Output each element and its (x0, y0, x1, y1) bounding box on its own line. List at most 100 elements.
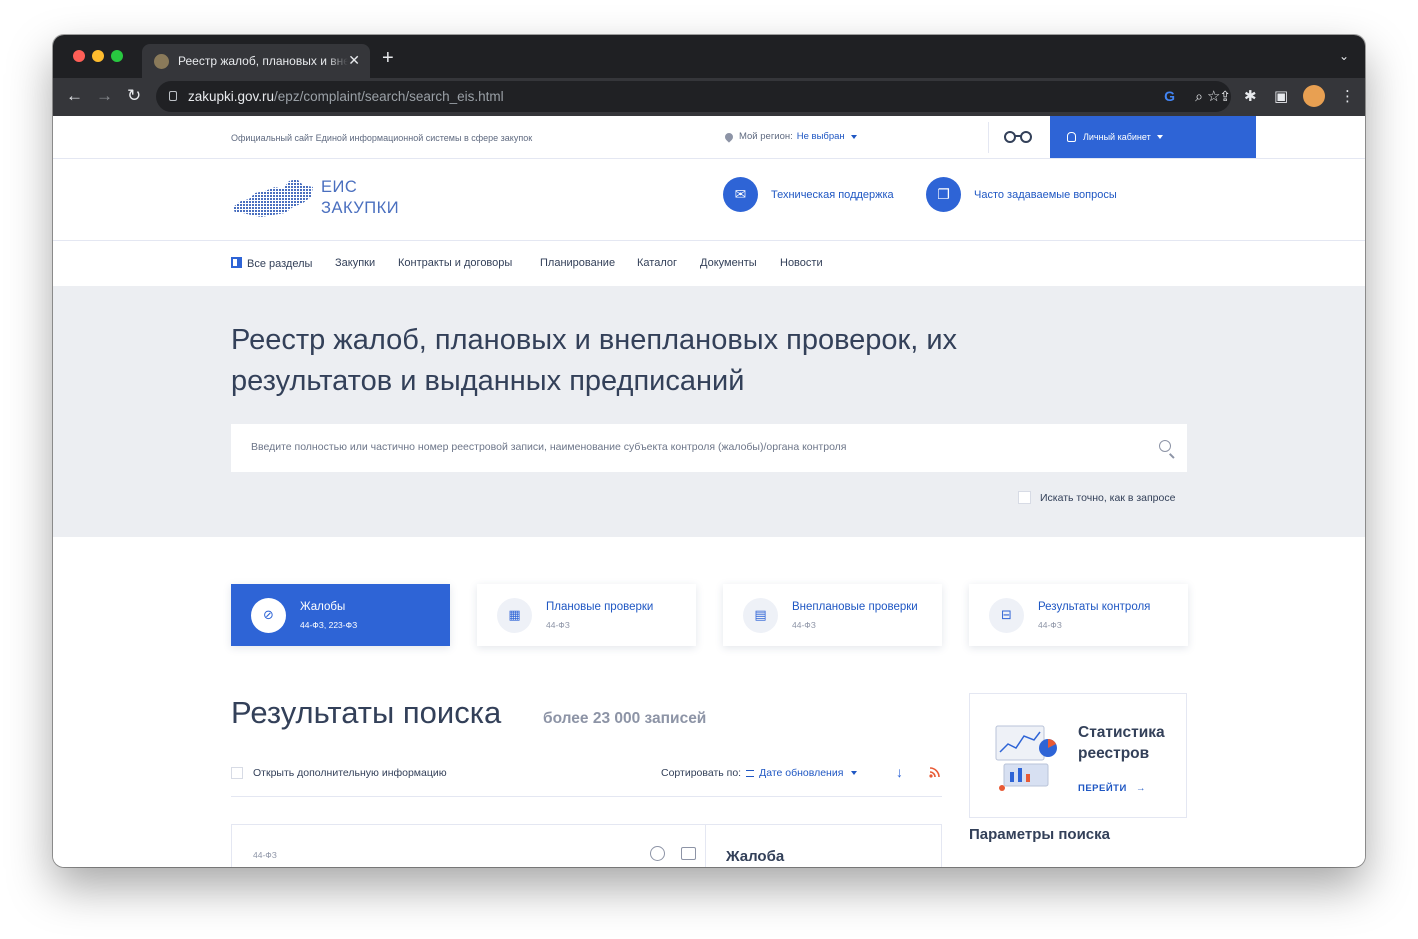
arrow-right-icon: → (1135, 783, 1146, 794)
card-title: Плановые проверки (546, 600, 654, 613)
close-tab-icon[interactable]: ✕ (348, 52, 360, 69)
search-params-title: Параметры поиска (969, 826, 1110, 843)
minimize-window-button[interactable] (92, 50, 104, 62)
region-label: Мой регион: (739, 131, 793, 142)
faq-windows-icon: ❐ (926, 177, 961, 212)
print-icon[interactable] (681, 847, 696, 860)
site-header: ЕИС ЗАКУПКИ ✉ Техническая поддержка ❐ Ча… (53, 159, 1365, 241)
complaint-icon: ⊘ (251, 597, 286, 633)
close-window-button[interactable] (73, 50, 85, 62)
menu-item-planning[interactable]: Планирование (540, 257, 615, 269)
menu-item-purchases[interactable]: Закупки (335, 257, 375, 269)
official-site-label: Официальный сайт Единой информационной с… (231, 133, 533, 143)
logo-line1: ЕИС (321, 178, 358, 196)
zoom-icon[interactable]: ⌕ (1195, 88, 1203, 105)
site-topbar: Официальный сайт Единой информационной с… (53, 116, 1365, 159)
extensions-icon[interactable]: ✱ (1244, 87, 1257, 105)
page: Официальный сайт Единой информационной с… (53, 116, 1365, 867)
bookmark-star-icon[interactable]: ☆ (1207, 87, 1220, 105)
browser-window: Реестр жалоб, плановых и внеплановых про… (53, 35, 1365, 867)
divider (231, 796, 942, 797)
chevron-down-icon (851, 771, 858, 775)
card-title: Жалобы (300, 600, 346, 613)
support-link[interactable]: ✉ Техническая поддержка (723, 177, 894, 212)
result-card[interactable]: 44-ФЗ Жалоба (231, 824, 942, 867)
browser-toolbar: ← → ↻ zakupki.gov.ru/epz/complaint/searc… (53, 78, 1365, 116)
logo-text[interactable]: ЕИС ЗАКУПКИ (321, 177, 399, 219)
menu-item-all-sections[interactable]: Все разделы (231, 257, 312, 270)
address-bar[interactable]: zakupki.gov.ru/epz/complaint/search/sear… (156, 81, 1231, 112)
results-count: более 23 000 записей (543, 710, 707, 727)
region-selector[interactable]: Мой регион: Не выбран (723, 130, 857, 143)
reload-icon[interactable]: ↻ (127, 86, 141, 106)
stats-title: Статистика реестров (1078, 722, 1165, 764)
faq-link[interactable]: ❐ Часто задаваемые вопросы (926, 177, 1117, 212)
exact-search-label: Искать точно, как в запросе (1040, 491, 1176, 504)
menu-item-news[interactable]: Новости (780, 257, 823, 269)
menu-item-label: Все разделы (247, 258, 313, 270)
eis-logo-map-icon[interactable] (231, 177, 315, 221)
download-icon[interactable]: ↓ (896, 764, 903, 780)
card-law: 44-ФЗ (546, 619, 570, 630)
hero-section: Реестр жалоб, плановых и внеплановых про… (53, 286, 1365, 537)
search-icon[interactable] (1159, 440, 1171, 452)
checkbox[interactable] (1018, 491, 1031, 504)
site-favicon-icon (154, 53, 169, 69)
browser-tab[interactable]: Реестр жалоб, плановых и внеплановых про… (142, 44, 370, 78)
menu-item-documents[interactable]: Документы (700, 257, 757, 269)
region-value: Не выбран (796, 131, 845, 142)
open-more-label: Открыть дополнительную информацию (253, 767, 447, 779)
rss-icon[interactable] (929, 767, 940, 778)
card-unplanned-checks[interactable]: ▤ Внеплановые проверки 44-ФЗ (723, 584, 942, 646)
card-law: 44-ФЗ (792, 619, 816, 630)
personal-cabinet-button[interactable]: Личный кабинет (1050, 116, 1256, 158)
maximize-window-button[interactable] (111, 50, 123, 62)
google-icon[interactable]: G (1164, 88, 1175, 104)
accessibility-glasses-icon[interactable] (1003, 130, 1033, 144)
menu-item-catalog[interactable]: Каталог (637, 257, 677, 269)
tab-search-chevron-icon[interactable]: ⌄ (1339, 49, 1349, 63)
search-placeholder: Введите полностью или частично номер рее… (251, 441, 847, 453)
stats-title-line2: реестров (1078, 745, 1150, 762)
menu-item-contracts[interactable]: Контракты и договоры (398, 257, 512, 269)
calendar-icon: ▦ (497, 597, 532, 633)
profile-avatar[interactable] (1303, 85, 1325, 107)
sort-control[interactable]: Сортировать по: Дате обновления (661, 767, 858, 779)
open-more-checkbox[interactable]: Открыть дополнительную информацию (231, 767, 447, 779)
entry-law: 44-ФЗ (253, 850, 277, 860)
menu-dots-icon[interactable]: ⋮ (1340, 87, 1355, 105)
faq-label: Часто задаваемые вопросы (974, 188, 1117, 201)
forward-icon[interactable]: → (96, 86, 113, 106)
main-menu: Все разделы Закупки Контракты и договоры… (53, 241, 1365, 287)
card-law: 44-ФЗ, 223-ФЗ (300, 619, 358, 630)
new-tab-icon[interactable]: + (382, 47, 394, 70)
side-panel-icon[interactable]: ▣ (1274, 87, 1288, 105)
registry-cards: ⊘ Жалобы 44-ФЗ, 223-ФЗ ▦ Плановые проверк… (231, 584, 1188, 646)
card-title: Результаты контроля (1038, 600, 1151, 613)
card-control-results[interactable]: ⊟ Результаты контроля 44-ФЗ (969, 584, 1188, 646)
stats-widget[interactable]: Статистика реестров ПЕРЕЙТИ → (969, 693, 1187, 818)
url-path: /epz/complaint/search/search_eis.html (274, 89, 504, 104)
compass-icon[interactable] (650, 846, 665, 861)
card-planned-checks[interactable]: ▦ Плановые проверки 44-ФЗ (477, 584, 696, 646)
back-icon[interactable]: ← (66, 86, 83, 106)
search-input[interactable]: Введите полностью или частично номер рее… (231, 424, 1187, 472)
stats-go-label: ПЕРЕЙТИ (1078, 783, 1127, 794)
share-icon[interactable]: ⇪ (1219, 88, 1231, 105)
results-title: Результаты поиска (231, 695, 502, 730)
support-label: Техническая поддержка (771, 188, 894, 201)
entry-kind: Жалоба (726, 848, 785, 865)
sort-label: Сортировать по: (661, 767, 742, 779)
sort-value: Дате обновления (759, 767, 844, 779)
lock-icon (169, 91, 177, 101)
stats-go-link[interactable]: ПЕРЕЙТИ → (1078, 783, 1146, 794)
entry-type-panel: Жалоба (705, 825, 942, 867)
card-complaints[interactable]: ⊘ Жалобы 44-ФЗ, 223-ФЗ (231, 584, 450, 646)
location-pin-icon (723, 130, 735, 143)
exact-search-checkbox[interactable]: Искать точно, как в запросе (1018, 491, 1175, 504)
document-icon: ▤ (743, 597, 778, 633)
checkbox[interactable] (231, 767, 243, 779)
statistics-illustration-icon (995, 725, 1057, 791)
sort-lines-icon (746, 769, 755, 777)
stats-title-line1: Статистика (1078, 724, 1165, 741)
